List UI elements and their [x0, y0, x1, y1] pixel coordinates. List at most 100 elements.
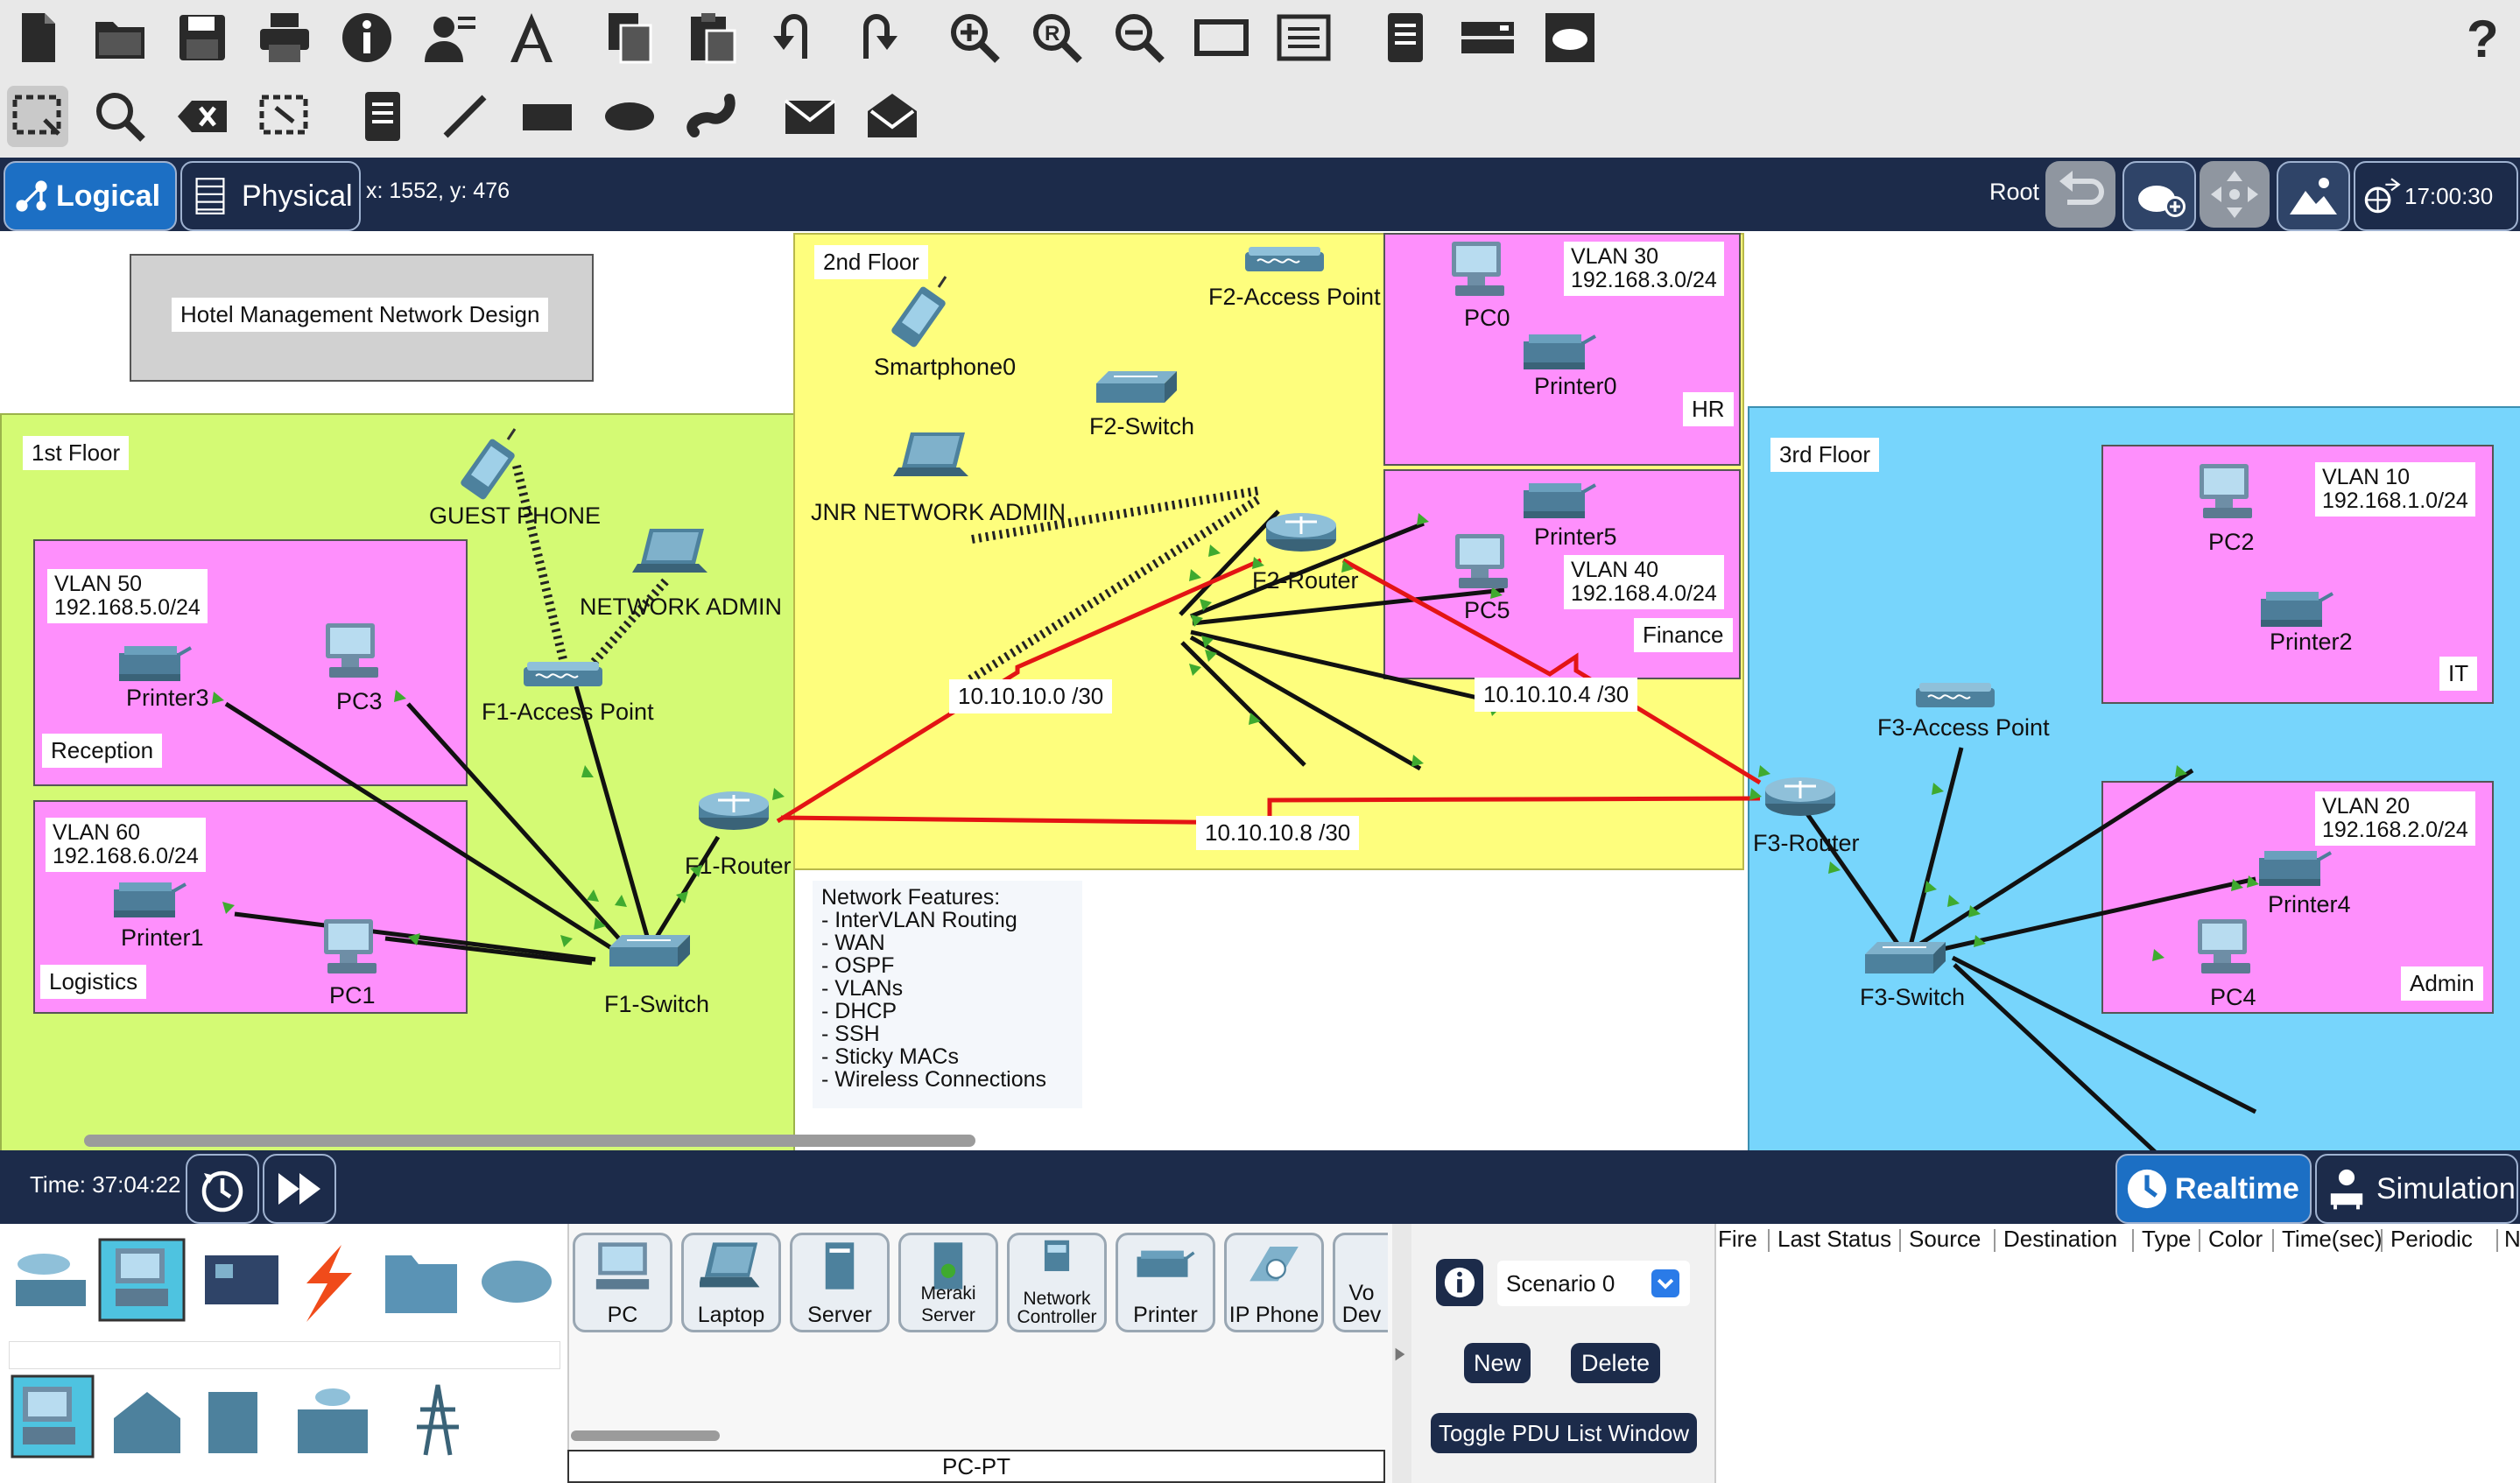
- info-icon[interactable]: [336, 7, 398, 68]
- vlan40-label: VLAN 40 192.168.4.0/24: [1564, 555, 1724, 609]
- device-printer[interactable]: Printer: [1116, 1233, 1215, 1332]
- smartphone0[interactable]: Smartphone0: [874, 354, 1016, 381]
- f1-router[interactable]: F1-Router: [685, 853, 792, 880]
- draw-ellipse-icon[interactable]: [599, 86, 660, 147]
- pc5[interactable]: PC5: [1464, 597, 1510, 624]
- device-pc[interactable]: PC: [573, 1233, 672, 1332]
- cloud-device-icon[interactable]: [1539, 7, 1601, 68]
- paste-icon[interactable]: [681, 7, 743, 68]
- vlan50-label: VLAN 50 192.168.5.0/24: [47, 569, 208, 623]
- network-admin-laptop[interactable]: NETWORK ADMIN: [580, 594, 782, 621]
- toggle-pdu-list-button[interactable]: Toggle PDU List Window: [1431, 1413, 1697, 1453]
- complex-pdu-icon[interactable]: [862, 86, 923, 147]
- device-network-controller[interactable]: Network Controller: [1007, 1233, 1107, 1332]
- resize-tool-icon[interactable]: [254, 86, 315, 147]
- printer5[interactable]: Printer5: [1534, 524, 1617, 551]
- home-icon: [114, 1392, 180, 1453]
- pc3[interactable]: PC3: [336, 688, 383, 715]
- logical-workspace[interactable]: Hotel Management Network Design 1st Floo…: [0, 231, 2520, 1150]
- pc2[interactable]: PC2: [2208, 529, 2255, 556]
- inspect-icon[interactable]: [89, 86, 151, 147]
- list-view-icon[interactable]: [1273, 7, 1334, 68]
- device-search-box[interactable]: [9, 1341, 560, 1369]
- scenario-info-button[interactable]: [1436, 1259, 1483, 1306]
- printer1[interactable]: Printer1: [121, 924, 204, 952]
- panel-splitter[interactable]: [1392, 1224, 1411, 1483]
- simulation-mode-tab[interactable]: Simulation: [2315, 1154, 2518, 1224]
- f1-access-point[interactable]: F1-Access Point: [482, 699, 654, 726]
- end-devices-category-icon: [116, 1248, 168, 1306]
- fast-forward-button[interactable]: [263, 1154, 336, 1224]
- help-icon[interactable]: ?: [2452, 7, 2513, 68]
- freeform-icon[interactable]: [681, 86, 743, 147]
- zoom-out-icon[interactable]: [1109, 7, 1170, 68]
- print-icon[interactable]: [254, 7, 315, 68]
- network-info-icon[interactable]: [501, 7, 562, 68]
- jnr-network-admin-laptop[interactable]: JNR NETWORK ADMIN: [811, 499, 1066, 526]
- device-laptop[interactable]: Laptop: [681, 1233, 781, 1332]
- delete-scenario-button[interactable]: Delete: [1571, 1343, 1660, 1383]
- f2-router[interactable]: F2-Router: [1252, 567, 1359, 594]
- window-icon[interactable]: [1191, 7, 1252, 68]
- user-profile-icon[interactable]: [419, 7, 480, 68]
- device-ip-phone-label: IP Phone: [1228, 1303, 1320, 1327]
- device-server[interactable]: Server: [790, 1233, 890, 1332]
- link-printer5-f2switch: [1190, 629, 1505, 706]
- background-image-button[interactable]: [2277, 161, 2350, 231]
- pc0[interactable]: PC0: [1464, 305, 1510, 332]
- printer0[interactable]: Printer0: [1534, 373, 1617, 400]
- new-cluster-button[interactable]: [2122, 161, 2196, 231]
- save-icon[interactable]: [172, 7, 233, 68]
- device-type-scrollbar[interactable]: [571, 1430, 720, 1441]
- f3-access-point[interactable]: F3-Access Point: [1877, 714, 2050, 742]
- guest-phone[interactable]: GUEST PHONE: [429, 503, 601, 530]
- new-scenario-button[interactable]: New: [1464, 1343, 1531, 1383]
- logical-tab[interactable]: Logical: [4, 161, 177, 231]
- move-object-button[interactable]: [2200, 161, 2270, 228]
- device-rack-icon[interactable]: [1457, 7, 1518, 68]
- copy-icon[interactable]: [599, 7, 660, 68]
- power-cycle-button[interactable]: [186, 1154, 259, 1224]
- image-icon: [2290, 178, 2337, 214]
- open-folder-icon[interactable]: [89, 7, 151, 68]
- draw-rectangle-icon[interactable]: [517, 86, 578, 147]
- new-file-icon[interactable]: [7, 7, 68, 68]
- notes-icon[interactable]: [1375, 7, 1436, 68]
- f1-switch[interactable]: F1-Switch: [604, 991, 709, 1018]
- svg-text:?: ?: [2467, 10, 2499, 66]
- place-note-icon[interactable]: [352, 86, 413, 147]
- simple-pdu-icon[interactable]: [779, 86, 841, 147]
- delete-tool-icon[interactable]: [172, 86, 233, 147]
- undo-icon[interactable]: [764, 7, 825, 68]
- printer2[interactable]: Printer2: [2270, 629, 2353, 656]
- device-ip-phone[interactable]: IP Phone: [1224, 1233, 1324, 1332]
- zoom-reset-icon[interactable]: R: [1026, 7, 1088, 68]
- canvas-horizontal-scrollbar[interactable]: [84, 1135, 975, 1147]
- draw-line-icon[interactable]: [434, 86, 496, 147]
- zoom-in-icon[interactable]: [944, 7, 1005, 68]
- select-tool-icon[interactable]: [7, 86, 68, 147]
- realtime-mode-tab[interactable]: Realtime: [2115, 1154, 2312, 1224]
- f3-router[interactable]: F3-Router: [1753, 830, 1860, 857]
- f3-switch[interactable]: F3-Switch: [1860, 984, 1965, 1011]
- topology-icon: [16, 180, 47, 212]
- building-icon: [208, 1392, 257, 1453]
- pc1[interactable]: PC1: [329, 982, 376, 1009]
- vlan20-label: VLAN 20 192.168.2.0/24: [2315, 791, 2475, 846]
- device-meraki-server[interactable]: Meraki Server: [898, 1233, 998, 1332]
- physical-tab[interactable]: Physical: [180, 161, 361, 231]
- viewport-clock[interactable]: 17:00:30: [2354, 161, 2518, 231]
- f2-switch[interactable]: F2-Switch: [1089, 413, 1194, 440]
- server-icon: [825, 1242, 855, 1290]
- f2-access-point[interactable]: F2-Access Point: [1208, 284, 1381, 311]
- back-button[interactable]: [2045, 161, 2115, 228]
- device-voice-device[interactable]: Vo Dev: [1333, 1233, 1388, 1332]
- printer3[interactable]: Printer3: [126, 685, 209, 712]
- it-label: IT: [2439, 657, 2478, 691]
- printer4[interactable]: Printer4: [2268, 891, 2351, 918]
- scenario-dropdown-toggle[interactable]: [1651, 1269, 1679, 1297]
- scenario-select-value: Scenario 0: [1506, 1270, 1615, 1297]
- pc4[interactable]: PC4: [2210, 984, 2256, 1011]
- device-categories: [16, 1238, 552, 1322]
- redo-icon[interactable]: [846, 7, 907, 68]
